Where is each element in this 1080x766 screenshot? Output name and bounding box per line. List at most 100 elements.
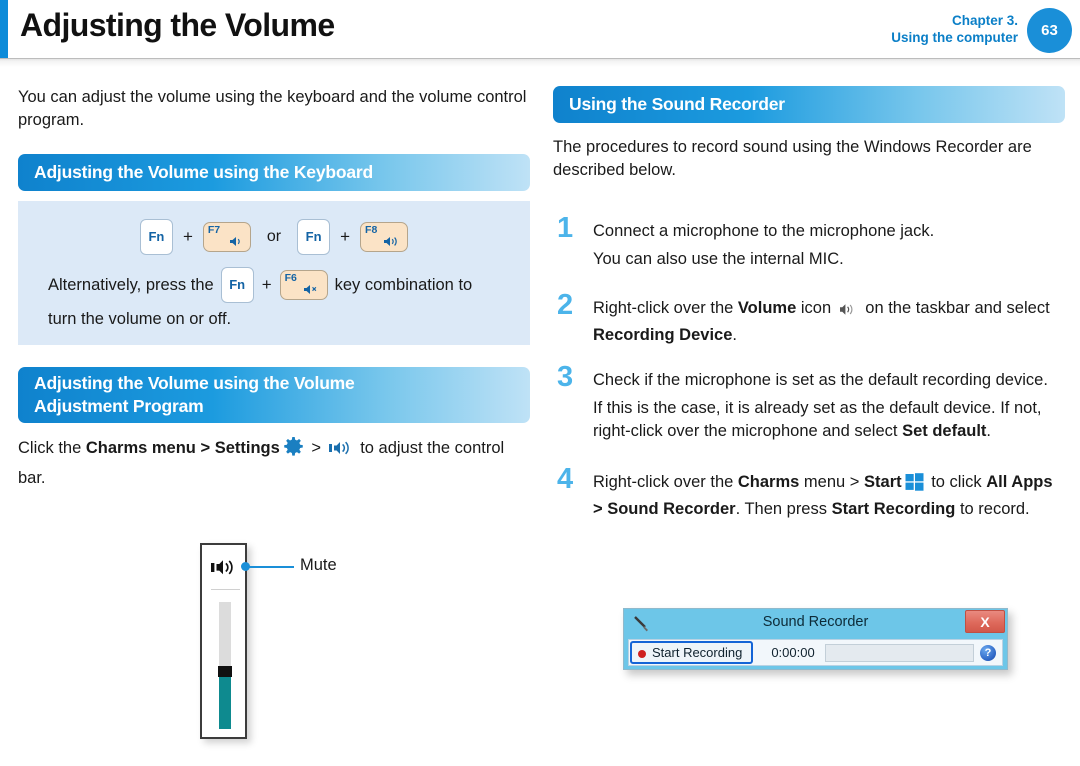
step-3-text: Check if the microphone is set as the de…: [593, 371, 1048, 389]
step-1: 1 Connect a microphone to the microphone…: [553, 214, 1065, 271]
sound-recorder-title: Sound Recorder: [762, 614, 869, 630]
page-header: Adjusting the Volume Chapter 3. Using th…: [0, 0, 1080, 58]
shortcut-row-volume: Fn + F7 or Fn + F8: [18, 215, 530, 259]
volume-control-panel: [200, 543, 247, 739]
start-recording-button[interactable]: Start Recording: [630, 641, 754, 664]
section-heading-program-line2: Adjustment Program: [34, 396, 204, 416]
key-fn-2-label: Fn: [305, 229, 322, 244]
step-2-text-d: .: [732, 326, 737, 344]
step-4-bold-charms: Charms: [737, 473, 800, 491]
step-3: 3 Check if the microphone is set as the …: [553, 363, 1065, 443]
volume-control-figure: Mute: [200, 543, 500, 743]
left-column: You can adjust the volume using the keyb…: [18, 86, 530, 491]
recording-progress-bar: [824, 643, 974, 662]
step-1-subtext: You can also use the internal MIC.: [593, 250, 844, 268]
step-2-text-b: icon: [796, 299, 836, 317]
charms-text-1: Click the: [18, 439, 86, 457]
keyboard-shortcut-panel: Fn + F7 or Fn + F8 Alternatively, press …: [18, 201, 530, 345]
step-2-text-a: Right-click over the: [593, 299, 738, 317]
chapter-name: Using the computer: [891, 30, 1018, 45]
alt-text-middle: key combination to: [334, 275, 473, 294]
step-3-bold-setdefault: Set default: [902, 422, 987, 440]
sound-recorder-toolbar: Start Recording 0:00:00 ?: [628, 639, 1003, 666]
speaker-icon: [328, 439, 353, 465]
step-4-number: 4: [557, 463, 574, 495]
key-f7: F7: [202, 222, 251, 252]
key-fn-label: Fn: [148, 229, 165, 244]
key-f8-label: F8: [365, 224, 378, 236]
start-recording-label: Start Recording: [652, 645, 743, 660]
alt-text-before: Alternatively, press the: [48, 275, 214, 294]
section-heading-keyboard: Adjusting the Volume using the Keyboard: [18, 154, 530, 191]
plus-sign: +: [182, 227, 193, 246]
alternative-shortcut-row: Alternatively, press the Fn + F6 key com…: [18, 267, 530, 303]
step-4-text-a: Right-click over the: [593, 473, 738, 491]
step-4-text-e: to record.: [955, 500, 1030, 518]
step-1-number: 1: [557, 212, 574, 244]
key-fn-3: Fn: [220, 267, 254, 303]
section-heading-sound-recorder-label: Using the Sound Recorder: [569, 94, 785, 114]
key-f7-label: F7: [207, 224, 221, 236]
volume-up-icon: [383, 235, 401, 250]
step-4-bold-start: Start: [864, 473, 902, 491]
help-icon[interactable]: ?: [980, 644, 996, 661]
callout-label-mute: Mute: [300, 556, 337, 574]
charms-instruction: Click the Charms menu > Settings > to ad…: [18, 435, 530, 491]
panel-divider: [211, 589, 240, 590]
section-heading-program: Adjusting the Volume using the Volume Ad…: [18, 367, 530, 423]
chapter-number: Chapter 3.: [951, 13, 1018, 28]
plus-sign-2: +: [340, 227, 351, 246]
or-separator: or: [266, 228, 282, 245]
step-2-text: Right-click over the Volume icon on the …: [593, 297, 1065, 347]
volume-mute-icon: [303, 283, 321, 298]
volume-slider-fill: [219, 675, 231, 729]
section-heading-program-line1: Adjusting the Volume using the Volume: [34, 373, 355, 393]
step-2-number: 2: [557, 289, 574, 321]
key-fn-3-label: Fn: [229, 277, 246, 292]
step-2-bold-volume: Volume: [737, 299, 797, 317]
section-heading-sound-recorder: Using the Sound Recorder: [553, 86, 1065, 123]
step-4-text: Right-click over the Charms menu > Start…: [593, 471, 1065, 521]
header-shadow: [0, 58, 1080, 67]
key-f6-label: F6: [284, 272, 297, 284]
charms-separator: >: [306, 439, 326, 457]
key-fn-2: Fn: [297, 219, 331, 255]
step-4-bold-startrecording: Start Recording: [831, 500, 956, 518]
recording-time: 0:00:00: [771, 645, 815, 660]
step-3-subtext-b: .: [986, 422, 992, 440]
step-4-text-c: to click: [926, 473, 987, 491]
page-title: Adjusting the Volume: [20, 7, 335, 43]
sound-recorder-intro: The procedures to record sound using the…: [553, 138, 1032, 179]
section-heading-program-label: Adjusting the Volume using the Volume Ad…: [34, 372, 355, 418]
step-4: 4 Right-click over the Charms menu > Sta…: [553, 465, 1065, 521]
right-column: Using the Sound Recorder The procedures …: [553, 86, 1065, 521]
key-f6: F6: [279, 270, 328, 300]
alt-text-after: turn the volume on or off.: [48, 310, 232, 328]
key-fn: Fn: [139, 219, 173, 255]
close-icon[interactable]: X: [965, 610, 1005, 633]
page-number-badge: 63: [1027, 8, 1072, 53]
volume-down-icon: [229, 235, 244, 250]
step-4-text-d: . Then press: [735, 500, 832, 518]
record-dot-icon: [638, 650, 646, 658]
sound-recorder-window[interactable]: Sound Recorder X Start Recording 0:00:00…: [623, 608, 1008, 670]
chapter-label: Chapter 3. Using the computer: [891, 12, 1018, 46]
step-4-text-b: menu >: [799, 473, 865, 491]
plus-sign-3: +: [261, 275, 272, 294]
intro-paragraph: You can adjust the volume using the keyb…: [18, 88, 527, 129]
step-1-text: Connect a microphone to the microphone j…: [593, 222, 935, 240]
step-3-number: 3: [557, 361, 574, 393]
windows-logo-icon: [905, 473, 924, 498]
charms-bold-1: Charms menu > Settings: [85, 439, 280, 457]
speaker-icon: [839, 301, 858, 324]
speaker-icon[interactable]: [211, 557, 238, 582]
step-2-text-c: on the taskbar and select: [860, 299, 1050, 317]
step-2-bold-device: Recording Device: [593, 326, 733, 344]
step-3-subtext: If this is the case, it is already set a…: [593, 397, 1065, 443]
key-f8: F8: [360, 222, 409, 252]
volume-slider-thumb[interactable]: [218, 666, 232, 677]
sound-recorder-titlebar[interactable]: Sound Recorder X: [624, 609, 1007, 640]
section-heading-keyboard-label: Adjusting the Volume using the Keyboard: [34, 162, 373, 182]
callout-line: [249, 566, 294, 568]
gear-icon: [283, 436, 304, 465]
